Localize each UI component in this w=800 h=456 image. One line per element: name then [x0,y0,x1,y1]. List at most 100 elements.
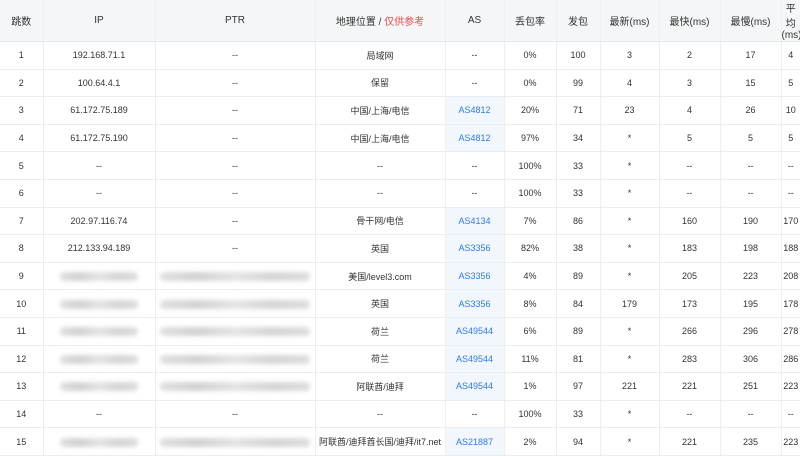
cell-geo: 英国 [315,289,446,318]
cell-loss: 100% [504,179,557,208]
cell-ptr [155,427,316,456]
cell-sent: 33 [556,151,601,180]
cell-ip: -- [43,400,156,429]
cell-ip: 100.64.4.1 [43,69,156,98]
cell-geo: 荷兰 [315,345,446,374]
cell-ptr: -- [155,234,316,263]
cell-geo: 中国/上海/电信 [315,124,446,153]
header-ptr: PTR [155,0,316,42]
cell-ptr: -- [155,207,316,236]
cell-as[interactable]: AS49544 [445,345,505,374]
table-row: 14 -- -- -- -- 100% 33 * -- -- -- [0,400,800,429]
redacted-ptr [160,272,310,282]
cell-loss: 2% [504,427,557,456]
cell-as[interactable]: AS4134 [445,207,505,236]
cell-loss: 20% [504,96,557,125]
cell-worst: 223 [720,262,782,291]
cell-ip: 202.97.116.74 [43,207,156,236]
cell-last: * [600,234,660,263]
cell-ptr: -- [155,400,316,429]
table-row: 7 202.97.116.74 -- 骨干网/电信 AS4134 7% 86 * 160 190 1… [0,207,800,236]
table-row: 4 61.172.75.190 -- 中国/上海/电信 AS4812 97% 34 * 5 5 5 [0,124,800,153]
cell-worst: -- [720,400,782,429]
cell-as[interactable]: AS3356 [445,262,505,291]
cell-geo: 英国 [315,234,446,263]
header-last: 最新(ms) [600,0,660,42]
cell-ip [43,427,156,456]
cell-last: * [600,400,660,429]
cell-loss: 97% [504,124,557,153]
cell-hop: 3 [0,96,44,125]
cell-worst: 5 [720,124,782,153]
redacted-ptr [160,382,310,392]
cell-as[interactable]: AS4812 [445,124,505,153]
traceroute-table: 跳数 IP PTR 地理位置 / 仅供参考 AS 丢包率 发包 最新(ms) 最… [0,0,800,456]
cell-last: * [600,262,660,291]
cell-ip: 61.172.75.189 [43,96,156,125]
header-hop: 跳数 [0,0,44,42]
cell-ptr: -- [155,69,316,98]
cell-ip [43,372,156,401]
cell-avg: 170 [781,207,800,236]
cell-as[interactable]: AS21887 [445,427,505,456]
cell-worst: 296 [720,317,782,346]
cell-hop: 7 [0,207,44,236]
cell-avg: 278 [781,317,800,346]
cell-avg: -- [781,400,800,429]
cell-geo: 荷兰 [315,317,446,346]
cell-loss: 82% [504,234,557,263]
cell-geo: 保留 [315,69,446,98]
cell-as[interactable]: AS3356 [445,234,505,263]
cell-worst: 306 [720,345,782,374]
cell-last: 221 [600,372,660,401]
header-ip: IP [43,0,156,42]
table-row: 5 -- -- -- -- 100% 33 * -- -- -- [0,151,800,180]
cell-hop: 9 [0,262,44,291]
cell-geo: 阿联酋/迪拜酋长国/迪拜/it7.net [315,427,446,456]
table-row: 13 阿联酋/迪拜 AS49544 1% 97 221 221 251 223 [0,372,800,401]
redacted-ptr [160,327,310,337]
cell-loss: 4% [504,262,557,291]
cell-ptr: -- [155,124,316,153]
cell-sent: 89 [556,317,601,346]
cell-loss: 6% [504,317,557,346]
cell-hop: 10 [0,289,44,318]
table-row: 3 61.172.75.189 -- 中国/上海/电信 AS4812 20% 71 23 4 26… [0,96,800,125]
cell-geo: 中国/上海/电信 [315,96,446,125]
cell-sent: 71 [556,96,601,125]
header-as: AS [445,0,505,42]
cell-as[interactable]: AS4812 [445,96,505,125]
cell-sent: 81 [556,345,601,374]
cell-hop: 12 [0,345,44,374]
cell-best: -- [659,179,721,208]
cell-geo: -- [315,400,446,429]
cell-avg: -- [781,179,800,208]
cell-best: 2 [659,41,721,70]
cell-last: * [600,124,660,153]
cell-last: * [600,179,660,208]
cell-worst: -- [720,179,782,208]
cell-best: 221 [659,427,721,456]
cell-avg: 4 [781,41,800,70]
cell-best: 3 [659,69,721,98]
cell-worst: 190 [720,207,782,236]
cell-geo: 骨干网/电信 [315,207,446,236]
cell-geo: 局域网 [315,41,446,70]
cell-as[interactable]: AS49544 [445,372,505,401]
cell-as[interactable]: AS49544 [445,317,505,346]
cell-ptr [155,317,316,346]
cell-worst: 251 [720,372,782,401]
cell-avg: 178 [781,289,800,318]
redacted-ip [60,299,138,309]
cell-best: 205 [659,262,721,291]
cell-ptr [155,372,316,401]
redacted-ptr [160,354,310,364]
cell-as[interactable]: AS3356 [445,289,505,318]
table-row: 15 阿联酋/迪拜酋长国/迪拜/it7.net AS21887 2% 94 * 221 235… [0,427,800,456]
cell-sent: 89 [556,262,601,291]
cell-loss: 0% [504,41,557,70]
cell-hop: 11 [0,317,44,346]
cell-worst: 15 [720,69,782,98]
cell-sent: 33 [556,400,601,429]
cell-hop: 8 [0,234,44,263]
